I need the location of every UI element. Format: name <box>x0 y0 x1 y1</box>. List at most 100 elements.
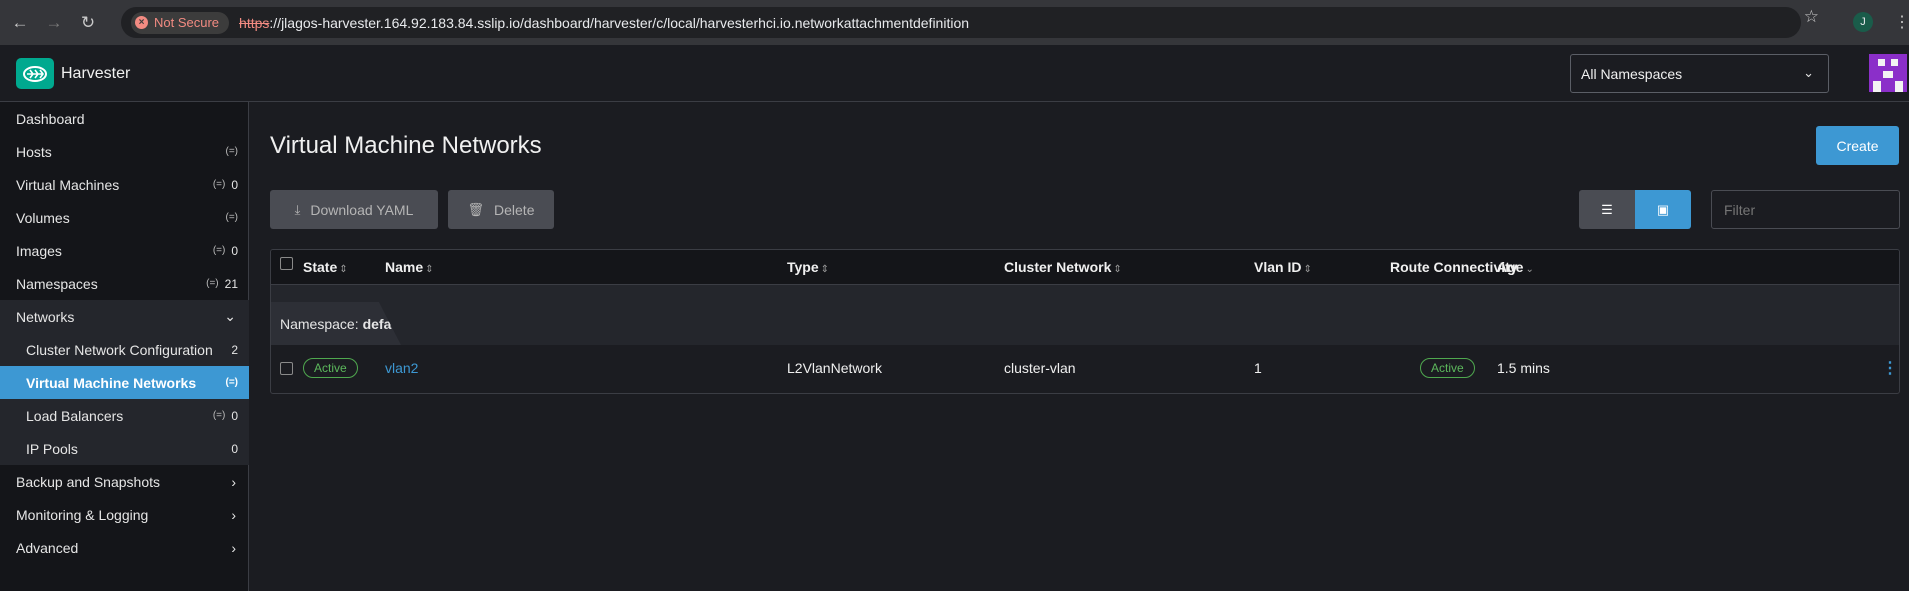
namespace-select[interactable]: All Namespaces ⌄ <box>1570 54 1829 93</box>
vlan-id: 1 <box>1254 360 1262 376</box>
namespaced-icon: (=) <box>225 377 239 388</box>
view-toggle: ☰ ▣ <box>1579 190 1691 229</box>
column-state[interactable]: State ⇕ <box>303 259 348 275</box>
sidebar-item-virtual-machines[interactable]: Virtual Machines (=) 0 <box>0 168 249 201</box>
sort-down-icon: ⌄ <box>1525 264 1534 275</box>
avatar-pixel <box>1891 59 1898 66</box>
browser-menu-icon[interactable]: ⋮ <box>1894 12 1909 32</box>
sidebar-item-label: Images <box>16 242 62 259</box>
sort-icon: ⇕ <box>1303 264 1312 275</box>
chevron-right-icon: › <box>231 539 236 556</box>
chevron-down-icon: ⌄ <box>1803 65 1814 80</box>
avatar-pixel <box>1878 59 1885 66</box>
networks-table: State ⇕ Name ⇕ Type ⇕ Cluster Network ⇕ Vlan… <box>270 249 1900 394</box>
sidebar-item-hosts[interactable]: Hosts (=) <box>0 135 249 168</box>
chevron-down-icon: ⌄ <box>224 308 236 324</box>
network-name-link[interactable]: vlan2 <box>385 360 418 376</box>
sidebar-item-label: Cluster Network Configuration <box>26 341 213 358</box>
main-content: Virtual Machine Networks Create ⤓ Downlo… <box>250 102 1909 591</box>
app-header: Harvester All Namespaces ⌄ <box>0 45 1909 102</box>
chevron-right-icon: › <box>231 473 236 490</box>
profile-avatar[interactable]: J <box>1853 12 1873 32</box>
sidebar-item-label: Networks <box>16 308 75 325</box>
sidebar-item-label: Virtual Machine Networks <box>26 374 197 391</box>
sidebar-item-label: Monitoring & Logging <box>16 506 149 523</box>
reload-icon[interactable]: ↻ <box>74 9 102 37</box>
sidebar-item-virtual-machine-networks[interactable]: Virtual Machine Networks (=) <box>0 366 249 399</box>
namespaced-icon: (=) <box>206 278 219 289</box>
sidebar-item-count: 0 <box>231 177 238 192</box>
create-button[interactable]: Create <box>1816 126 1899 165</box>
back-icon[interactable]: ← <box>6 9 34 37</box>
sort-icon: ⇕ <box>425 264 434 275</box>
sidebar-item-label: Hosts <box>16 143 52 160</box>
table-header: State ⇕ Name ⇕ Type ⇕ Cluster Network ⇕ Vlan… <box>271 250 1899 285</box>
column-type[interactable]: Type ⇕ <box>787 259 829 275</box>
namespaced-icon: (=) <box>212 179 226 190</box>
column-label: Type <box>787 259 819 275</box>
column-name[interactable]: Name ⇕ <box>385 259 434 275</box>
column-label: State <box>303 259 338 275</box>
namespaced-icon: (=) <box>225 146 239 157</box>
security-indicator[interactable]: × Not Secure <box>131 11 230 34</box>
group-by-namespace-button[interactable]: ▣ <box>1635 190 1691 229</box>
avatar-pixel <box>1895 81 1903 92</box>
download-yaml-button[interactable]: ⤓ Download YAML <box>270 190 438 229</box>
download-yaml-label: Download YAML <box>310 201 414 218</box>
column-vlan-id[interactable]: Vlan ID ⇕ <box>1254 259 1312 275</box>
sidebar-item-label: Dashboard <box>16 110 85 127</box>
download-icon: ⤓ <box>294 201 301 217</box>
sidebar-group-advanced[interactable]: Advanced › <box>0 531 249 564</box>
sidebar-item-dashboard[interactable]: Dashboard <box>0 102 249 135</box>
delete-label: Delete <box>494 201 535 218</box>
bookmark-star-icon[interactable]: ☆ <box>1804 7 1819 27</box>
url-path: ://jlagos-harvester.164.92.183.84.sslip.… <box>269 14 970 31</box>
sidebar-group-monitoring-logging[interactable]: Monitoring & Logging › <box>0 498 249 531</box>
delete-button[interactable]: 🗑 Delete <box>448 190 554 229</box>
url-text[interactable]: https://jlagos-harvester.164.92.183.84.s… <box>239 15 969 31</box>
sidebar-item-count: 0 <box>231 441 238 456</box>
security-label: Not Secure <box>154 15 220 30</box>
column-age[interactable]: Age ⌄ <box>1497 259 1534 275</box>
forward-icon[interactable]: → <box>40 9 68 37</box>
sidebar-item-namespaces[interactable]: Namespaces (=) 21 <box>0 267 249 300</box>
filter-input[interactable] <box>1711 190 1900 229</box>
avatar-pixel <box>1873 81 1881 92</box>
sidebar-group-networks[interactable]: Networks ⌄ <box>0 300 249 333</box>
sidebar-item-ip-pools[interactable]: IP Pools 0 <box>0 432 249 465</box>
row-checkbox[interactable] <box>280 362 293 375</box>
namespaced-icon: (=) <box>212 410 226 421</box>
trash-icon: 🗑 <box>467 201 485 217</box>
user-avatar[interactable] <box>1869 54 1907 92</box>
sidebar-item-volumes[interactable]: Volumes (=) <box>0 201 249 234</box>
list-view-button[interactable]: ☰ <box>1579 190 1635 229</box>
sidebar-group-backup-and-snapshots[interactable]: Backup and Snapshots › <box>0 465 249 498</box>
namespace-group-row: Namespace: default <box>271 285 1899 345</box>
sidebar-item-images[interactable]: Images (=) 0 <box>0 234 249 267</box>
namespace-prefix: Namespace: <box>280 315 359 332</box>
folder-icon: ▣ <box>1656 201 1670 217</box>
row-actions-icon[interactable]: ⋮ <box>1882 358 1898 378</box>
sidebar-item-cluster-network-configuration[interactable]: Cluster Network Configuration 2 <box>0 333 249 366</box>
sidebar-item-label: Namespaces <box>16 275 98 292</box>
harvester-logo-icon[interactable] <box>16 58 54 89</box>
address-bar[interactable]: × Not Secure https://jlagos-harvester.16… <box>121 7 1801 38</box>
select-all-checkbox[interactable] <box>280 257 293 270</box>
warning-icon: × <box>135 16 148 29</box>
sort-icon: ⇕ <box>820 264 830 275</box>
column-cluster-network[interactable]: Cluster Network ⇕ <box>1004 259 1122 275</box>
sidebar-item-load-balancers[interactable]: Load Balancers (=) 0 <box>0 399 249 432</box>
route-connectivity-badge: Active <box>1420 358 1475 378</box>
list-icon: ☰ <box>1601 201 1613 217</box>
sort-icon: ⇕ <box>339 264 348 275</box>
table-row[interactable]: Active vlan2 L2VlanNetwork cluster-vlan … <box>271 345 1899 393</box>
column-label: Name <box>385 259 424 275</box>
chevron-right-icon: › <box>231 506 236 523</box>
sidebar-item-label: Volumes <box>16 209 70 226</box>
column-label: Vlan ID <box>1254 259 1302 275</box>
sidebar: Dashboard Hosts (=) Virtual Machines (=)… <box>0 102 249 591</box>
state-badge: Active <box>303 358 358 378</box>
brand-name: Harvester <box>61 65 131 82</box>
url-scheme: https <box>239 14 270 31</box>
sidebar-item-label: Load Balancers <box>26 407 124 424</box>
